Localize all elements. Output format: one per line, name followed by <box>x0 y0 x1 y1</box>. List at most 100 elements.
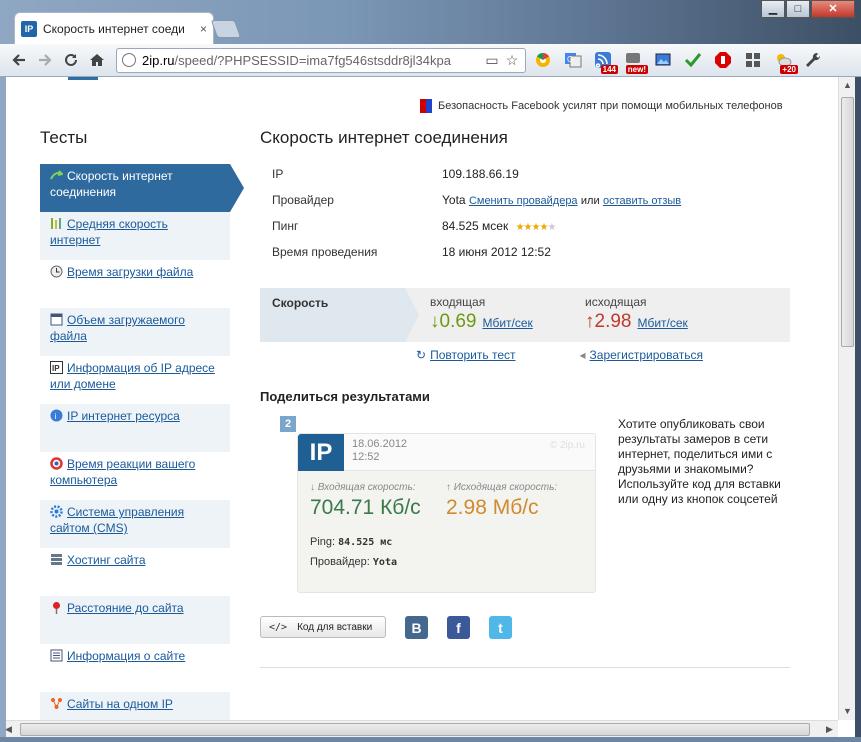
share-description: Хотите опубликовать свои результаты заме… <box>618 417 781 506</box>
divider <box>260 667 790 668</box>
rating-star-icon: ★ <box>547 222 556 233</box>
card-ping: Ping: 84.525 мс <box>310 536 393 548</box>
sidebar-item-resource-ip[interactable]: i IP интернет ресурса <box>40 404 230 452</box>
scroll-up-icon[interactable]: ▲ <box>839 77 856 94</box>
scroll-down-icon[interactable]: ▼ <box>839 703 856 720</box>
rating-star-icon: ★ <box>515 222 525 233</box>
scroll-right-icon[interactable]: ▶ <box>821 721 838 738</box>
provider-value: Yota <box>442 193 466 207</box>
adblock-icon[interactable] <box>710 47 736 73</box>
news-text: Безопасность Facebook усилят при помощи … <box>438 100 783 112</box>
sidebar-item-reaction-time[interactable]: Время реакции вашего компьютера <box>40 452 230 500</box>
vertical-scrollbar[interactable]: ▲ ▼ <box>838 77 855 720</box>
sidebar-item-hosting[interactable]: Хостинг сайта <box>40 548 230 596</box>
ip-value: 109.188.66.19 <box>442 167 519 181</box>
window-icon <box>50 313 63 326</box>
gear-icon <box>50 505 63 518</box>
wrench-menu-icon[interactable] <box>800 47 826 73</box>
weather-icon[interactable]: +20 <box>770 47 798 74</box>
browser-toolbar: 2ip.ru/speed/?PHPSESSID=ima7fg546stsddr8… <box>0 44 861 77</box>
sidebar-item-speed[interactable]: Скорость интернет соединения <box>40 164 244 212</box>
new-tab-button[interactable] <box>210 20 242 38</box>
forward-arrow-icon <box>39 54 52 66</box>
ping-value-container: 84.525 мсек ★★★★★ <box>442 219 556 233</box>
bookmark-star-icon[interactable]: ☆ <box>504 52 520 68</box>
sidebar-item-ip-info[interactable]: IP Информация об IP адресе или домене <box>40 356 230 404</box>
extension-1-icon[interactable] <box>530 47 556 73</box>
grid-icon[interactable] <box>740 47 766 73</box>
window-frame-right <box>855 77 861 742</box>
sidebar-item-same-ip[interactable]: Сайты на одном IP <box>40 692 230 720</box>
sidebar-item-distance[interactable]: Расстояние до сайта <box>40 596 230 644</box>
refresh-icon <box>50 457 63 470</box>
vertical-scroll-thumb[interactable] <box>841 97 854 347</box>
home-button[interactable] <box>84 47 110 73</box>
incoming-unit-link[interactable]: Мбит/сек <box>482 316 532 330</box>
sidebar-item-file-size[interactable]: Объем загружаемого файла <box>40 308 230 356</box>
vk-share-icon[interactable]: В <box>405 616 428 639</box>
svg-text:IP: IP <box>52 364 60 373</box>
svg-text:i: i <box>55 412 57 421</box>
news-icon <box>420 99 432 113</box>
sidebar-title: Тесты <box>40 128 88 147</box>
facebook-share-icon[interactable]: f <box>447 616 470 639</box>
tab-close-icon[interactable]: × <box>200 22 207 36</box>
site-favicon-icon: IP <box>21 20 37 37</box>
provider-label: Провайдер <box>272 193 334 207</box>
info-row-ping: Пинг 84.525 мсек ★★★★★ <box>260 213 790 239</box>
info-row-ip: IP 109.188.66.19 <box>260 161 790 187</box>
card-watermark: © 2ip.ru <box>549 440 585 451</box>
sidebar-item-site-info[interactable]: Информация о сайте <box>40 644 230 692</box>
sidebar-item-download-time[interactable]: Время загрузки файла <box>40 260 230 308</box>
screenshot-icon[interactable] <box>650 47 676 73</box>
register-icon: ◂ <box>579 348 586 362</box>
checkmark-icon[interactable] <box>680 47 706 73</box>
tab-title: Скорость интернет соеди <box>43 21 185 36</box>
url-text: 2ip.ru/speed/?PHPSESSID=ima7fg546stsddr8… <box>142 52 451 68</box>
tab-active[interactable]: IP Скорость интернет соеди × <box>14 12 214 44</box>
globe-icon <box>122 53 136 67</box>
register-link[interactable]: Зарегистрироваться <box>590 348 703 362</box>
home-icon <box>90 54 104 66</box>
sidebar-item-average-speed[interactable]: Средняя скорость интернет <box>40 212 230 260</box>
ip-icon: IP <box>50 361 63 374</box>
horizontal-scrollbar[interactable]: ◀ ▶ <box>0 720 838 737</box>
network-icon <box>51 698 62 709</box>
forward-button[interactable] <box>32 47 58 73</box>
page-icon[interactable]: ▭ <box>484 52 500 68</box>
back-button[interactable] <box>6 47 32 73</box>
horizontal-scroll-thumb[interactable] <box>20 723 810 736</box>
clock-icon <box>50 265 63 278</box>
rss-icon[interactable]: 144 <box>590 47 618 74</box>
outgoing-value-line: ↑2.98 Мбит/сек <box>585 311 688 333</box>
translate-icon[interactable]: G <box>560 47 586 73</box>
speed-label: Скорость <box>260 288 419 342</box>
address-bar[interactable]: 2ip.ru/speed/?PHPSESSID=ima7fg546stsddr8… <box>116 47 526 73</box>
leave-review-link[interactable]: оставить отзыв <box>603 195 681 207</box>
arrow-icon <box>50 170 63 180</box>
new-badge-icon[interactable]: new! <box>620 47 648 74</box>
window-frame-left <box>0 77 6 742</box>
change-provider-link[interactable]: Сменить провайдера <box>469 195 578 207</box>
card-in-value: 704.71 Кб/с <box>310 496 421 519</box>
card-in-label: ↓ Входящая скорость: <box>310 482 416 493</box>
reload-button[interactable] <box>58 47 84 73</box>
incoming-value-line: ↓0.69 Мбит/сек <box>430 311 533 333</box>
minimize-button[interactable]: ▁ <box>761 0 785 18</box>
down-arrow-icon: ↓ <box>430 311 440 332</box>
window-controls: ▁ □ ✕ <box>760 0 855 18</box>
embed-code-label: Код для вставки <box>297 621 373 633</box>
repeat-test-link[interactable]: Повторить тест <box>430 348 515 362</box>
twitter-share-icon[interactable]: t <box>489 616 512 639</box>
weather-badge: +20 <box>780 65 798 74</box>
outgoing-unit-link[interactable]: Мбит/сек <box>637 316 687 330</box>
rating-star-icon: ★ <box>523 222 533 233</box>
news-link[interactable]: Безопасность Facebook усилят при помощи … <box>420 99 783 113</box>
browser-window: IP Скорость интернет соеди × ▁ □ ✕ 2ip.r… <box>0 0 861 742</box>
close-window-button[interactable]: ✕ <box>811 0 855 18</box>
sidebar-item-cms[interactable]: Система управления сайтом (CMS) <box>40 500 230 548</box>
maximize-button[interactable]: □ <box>786 0 810 18</box>
embed-code-button[interactable]: </> Код для вставки <box>260 616 386 638</box>
card-date: 18.06.2012 <box>352 438 408 450</box>
incoming-label: входящая <box>430 295 486 309</box>
